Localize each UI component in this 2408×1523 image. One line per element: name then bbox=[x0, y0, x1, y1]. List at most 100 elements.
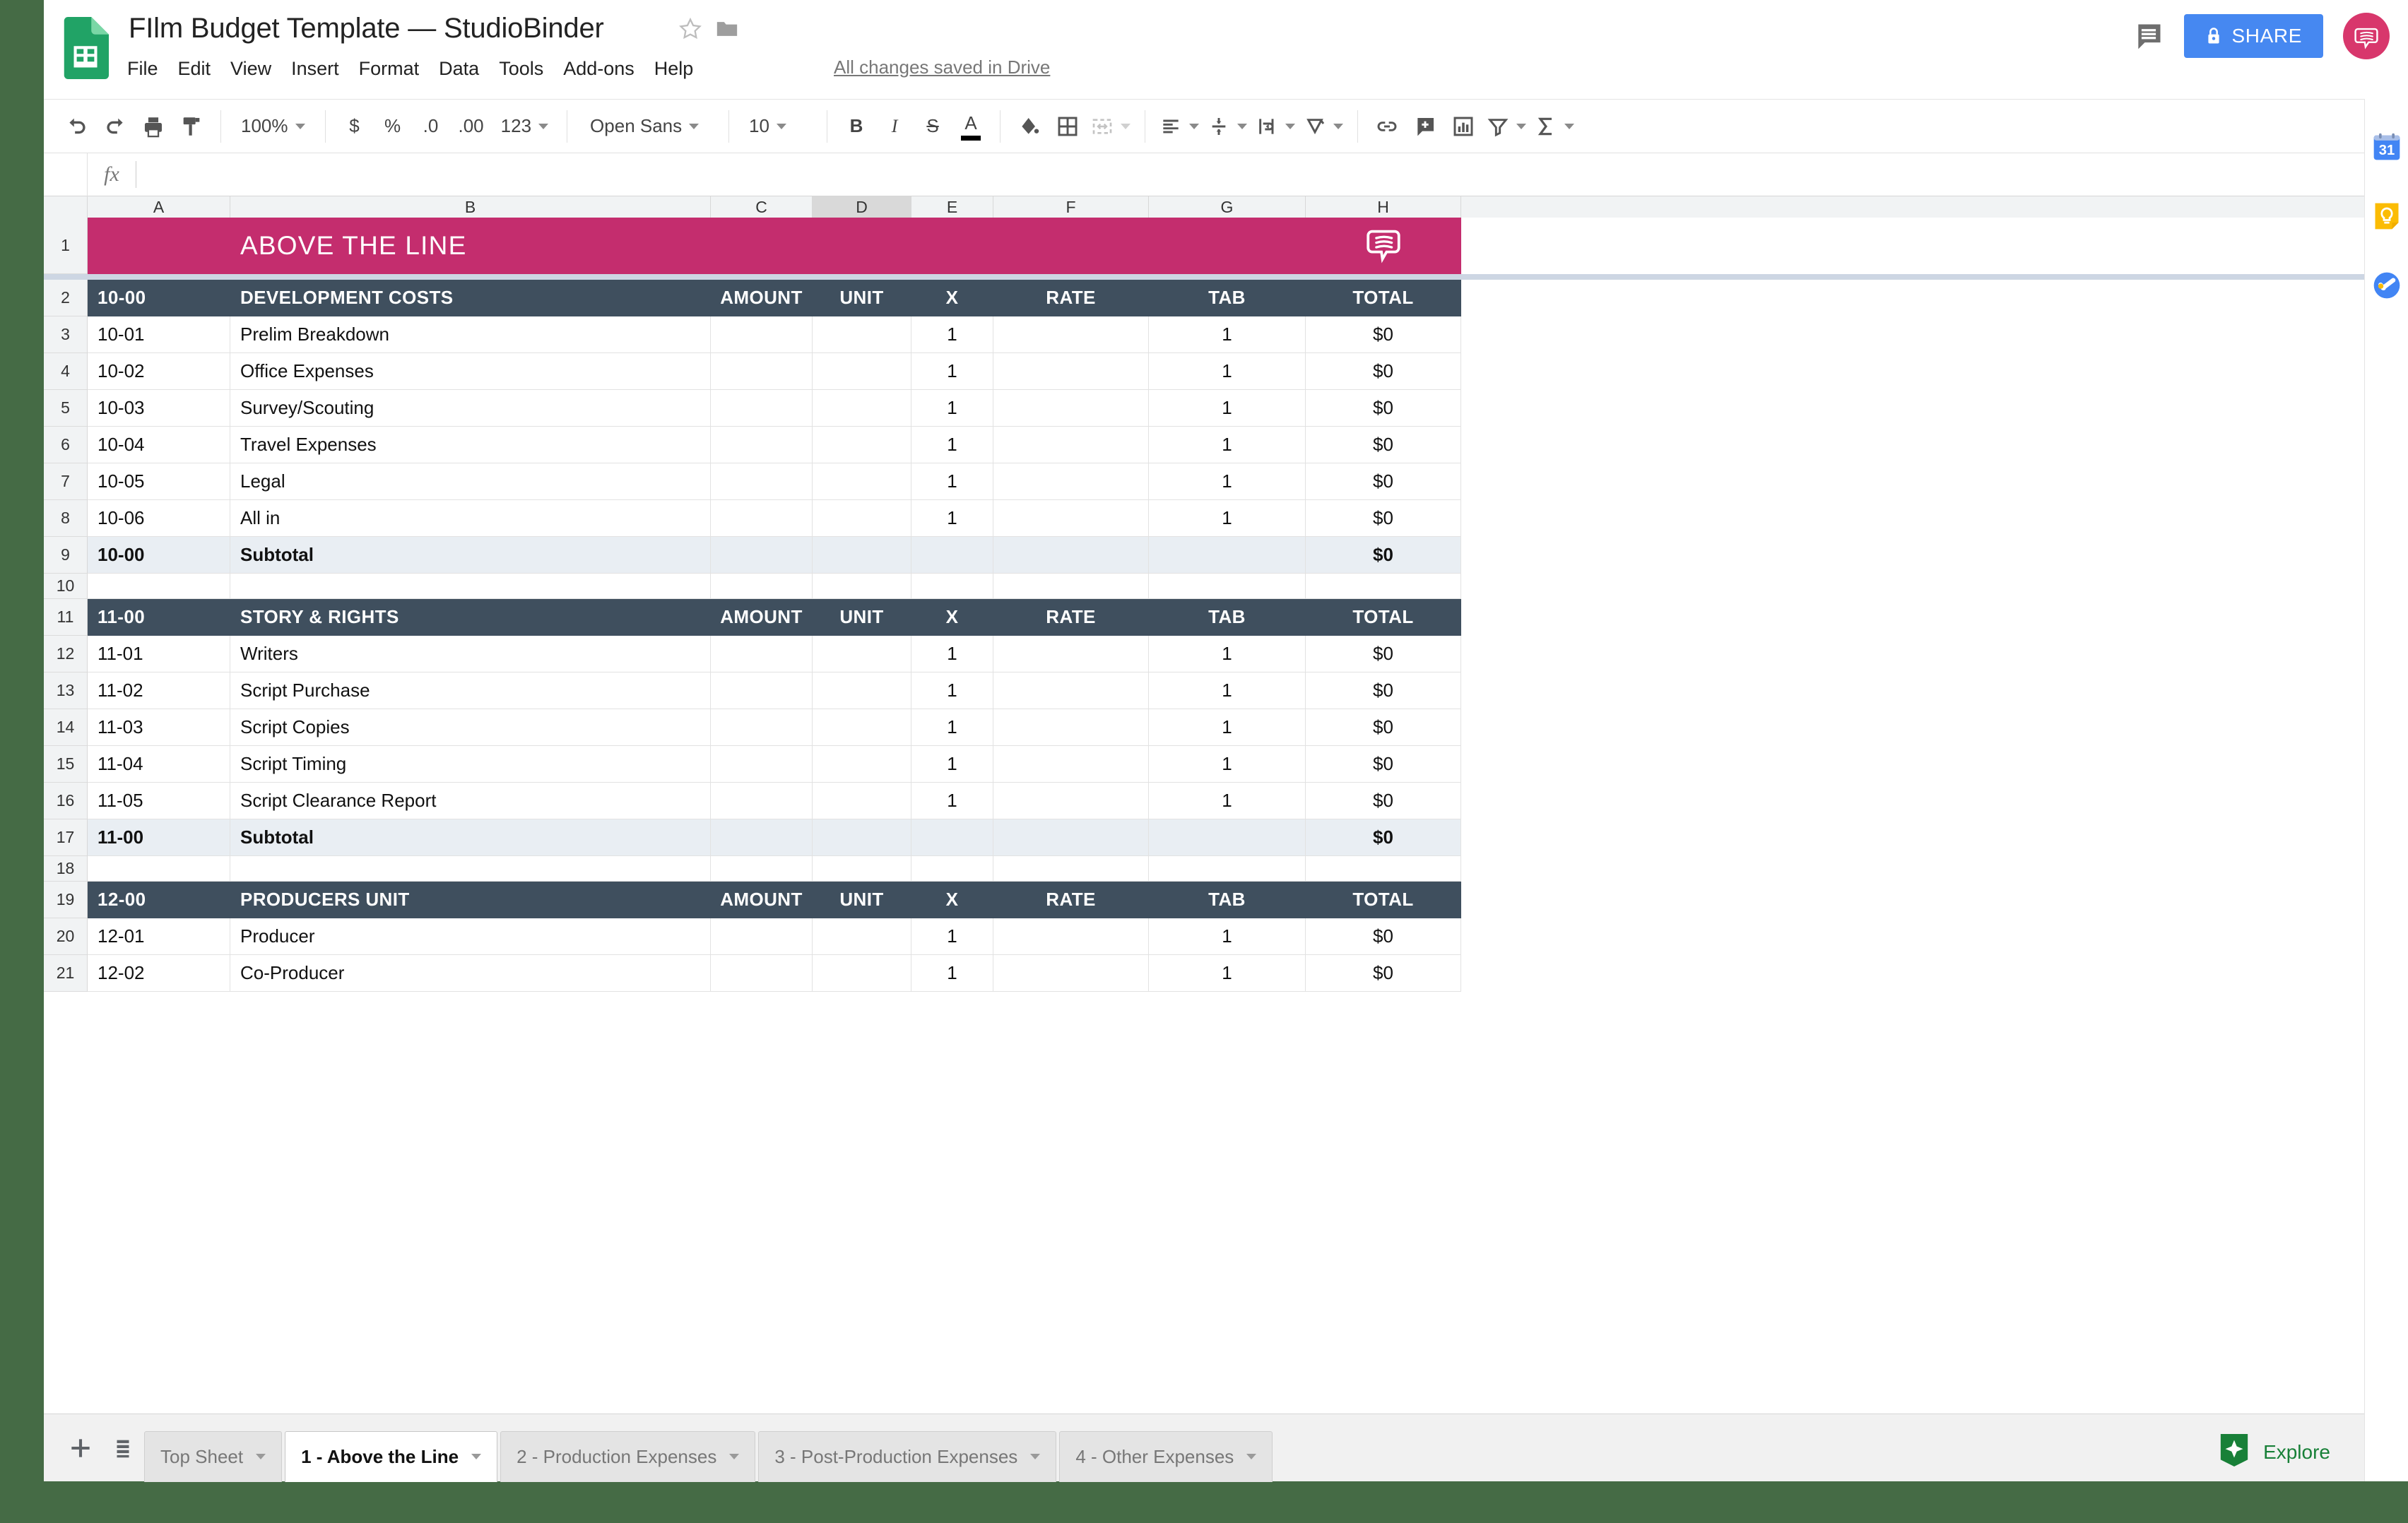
column-header-b[interactable]: B bbox=[230, 196, 711, 218]
banner-logo-cell[interactable] bbox=[1306, 218, 1461, 274]
cell-A2[interactable]: 10-00 bbox=[88, 280, 230, 316]
menu-view[interactable]: View bbox=[220, 55, 281, 83]
cell-G17[interactable] bbox=[1149, 819, 1306, 856]
sheet-tab-post-production-expenses[interactable]: 3 - Post-Production Expenses bbox=[758, 1430, 1057, 1482]
row-header-6[interactable]: 6 bbox=[44, 427, 88, 463]
cell-G18[interactable] bbox=[1149, 856, 1306, 882]
decrease-decimal-button[interactable]: .0 bbox=[412, 107, 450, 146]
cell-C20[interactable] bbox=[711, 918, 813, 955]
cell-E21[interactable]: 1 bbox=[911, 955, 993, 992]
row-header-19[interactable]: 19 bbox=[44, 882, 88, 918]
cell-G2[interactable]: TAB bbox=[1149, 280, 1306, 316]
cell-C8[interactable] bbox=[711, 500, 813, 537]
cell-A12[interactable]: 11-01 bbox=[88, 636, 230, 672]
cell-C5[interactable] bbox=[711, 390, 813, 427]
cell-A11[interactable]: 11-00 bbox=[88, 599, 230, 636]
cell-A6[interactable]: 10-04 bbox=[88, 427, 230, 463]
cell-D5[interactable] bbox=[813, 390, 911, 427]
cell-A16[interactable]: 11-05 bbox=[88, 783, 230, 819]
cell-D2[interactable]: UNIT bbox=[813, 280, 911, 316]
cell-D20[interactable] bbox=[813, 918, 911, 955]
cell-G7[interactable]: 1 bbox=[1149, 463, 1306, 500]
cell-F2[interactable]: RATE bbox=[993, 280, 1149, 316]
cell-E18[interactable] bbox=[911, 856, 993, 882]
cell-F3[interactable] bbox=[993, 316, 1149, 353]
cell-H10[interactable] bbox=[1306, 574, 1461, 599]
cell-D18[interactable] bbox=[813, 856, 911, 882]
cell-H14[interactable]: $0 bbox=[1306, 709, 1461, 746]
cell-H9[interactable]: $0 bbox=[1306, 537, 1461, 574]
cell-H19[interactable]: TOTAL bbox=[1306, 882, 1461, 918]
cell-E3[interactable]: 1 bbox=[911, 316, 993, 353]
row-header-21[interactable]: 21 bbox=[44, 955, 88, 992]
cell-G19[interactable]: TAB bbox=[1149, 882, 1306, 918]
row-header-9[interactable]: 9 bbox=[44, 537, 88, 574]
cell-C4[interactable] bbox=[711, 353, 813, 390]
banner-cell-f[interactable] bbox=[993, 218, 1149, 274]
row-header-14[interactable]: 14 bbox=[44, 709, 88, 746]
cell-B18[interactable] bbox=[230, 856, 711, 882]
cell-G14[interactable]: 1 bbox=[1149, 709, 1306, 746]
row-header-11[interactable]: 11 bbox=[44, 599, 88, 636]
cell-H6[interactable]: $0 bbox=[1306, 427, 1461, 463]
cell-H17[interactable]: $0 bbox=[1306, 819, 1461, 856]
cell-H12[interactable]: $0 bbox=[1306, 636, 1461, 672]
google-keep-icon[interactable] bbox=[2371, 201, 2402, 232]
filter-icon[interactable] bbox=[1482, 107, 1530, 146]
cell-A9[interactable]: 10-00 bbox=[88, 537, 230, 574]
cell-H15[interactable]: $0 bbox=[1306, 746, 1461, 783]
cell-B6[interactable]: Travel Expenses bbox=[230, 427, 711, 463]
cell-F14[interactable] bbox=[993, 709, 1149, 746]
column-header-g[interactable]: G bbox=[1149, 196, 1306, 218]
banner-cell-e[interactable] bbox=[911, 218, 993, 274]
cell-D8[interactable] bbox=[813, 500, 911, 537]
row-header-15[interactable]: 15 bbox=[44, 746, 88, 783]
cell-B13[interactable]: Script Purchase bbox=[230, 672, 711, 709]
cell-F4[interactable] bbox=[993, 353, 1149, 390]
cell-E20[interactable]: 1 bbox=[911, 918, 993, 955]
cell-B10[interactable] bbox=[230, 574, 711, 599]
font-size-control[interactable]: 10 bbox=[739, 115, 817, 137]
cell-C21[interactable] bbox=[711, 955, 813, 992]
cell-C14[interactable] bbox=[711, 709, 813, 746]
cell-C15[interactable] bbox=[711, 746, 813, 783]
fill-color-icon[interactable] bbox=[1010, 107, 1049, 146]
cell-B14[interactable]: Script Copies bbox=[230, 709, 711, 746]
column-header-d[interactable]: D bbox=[813, 196, 911, 218]
cell-A17[interactable]: 11-00 bbox=[88, 819, 230, 856]
row-header-1[interactable]: 1 bbox=[44, 218, 88, 274]
borders-icon[interactable] bbox=[1049, 107, 1087, 146]
cell-G16[interactable]: 1 bbox=[1149, 783, 1306, 819]
cell-C6[interactable] bbox=[711, 427, 813, 463]
move-to-folder-icon[interactable] bbox=[715, 18, 739, 40]
row-header-8[interactable]: 8 bbox=[44, 500, 88, 537]
cell-A10[interactable] bbox=[88, 574, 230, 599]
frozen-row-divider[interactable] bbox=[44, 274, 2408, 280]
cell-D12[interactable] bbox=[813, 636, 911, 672]
cell-B12[interactable]: Writers bbox=[230, 636, 711, 672]
cell-C13[interactable] bbox=[711, 672, 813, 709]
cell-A13[interactable]: 11-02 bbox=[88, 672, 230, 709]
cell-H11[interactable]: TOTAL bbox=[1306, 599, 1461, 636]
cell-C11[interactable]: AMOUNT bbox=[711, 599, 813, 636]
cell-A5[interactable]: 10-03 bbox=[88, 390, 230, 427]
menu-insert[interactable]: Insert bbox=[281, 55, 349, 83]
cell-G4[interactable]: 1 bbox=[1149, 353, 1306, 390]
row-header-13[interactable]: 13 bbox=[44, 672, 88, 709]
cell-F17[interactable] bbox=[993, 819, 1149, 856]
google-tasks-icon[interactable] bbox=[2371, 270, 2402, 301]
banner-cell-g[interactable] bbox=[1149, 218, 1306, 274]
cell-D10[interactable] bbox=[813, 574, 911, 599]
text-wrap-icon[interactable] bbox=[1251, 107, 1299, 146]
cell-G6[interactable]: 1 bbox=[1149, 427, 1306, 463]
share-button[interactable]: SHARE bbox=[2183, 14, 2323, 58]
cell-D15[interactable] bbox=[813, 746, 911, 783]
cell-G13[interactable]: 1 bbox=[1149, 672, 1306, 709]
cell-B20[interactable]: Producer bbox=[230, 918, 711, 955]
row-header-5[interactable]: 5 bbox=[44, 390, 88, 427]
cell-B3[interactable]: Prelim Breakdown bbox=[230, 316, 711, 353]
cell-C2[interactable]: AMOUNT bbox=[711, 280, 813, 316]
cell-A20[interactable]: 12-01 bbox=[88, 918, 230, 955]
cell-C19[interactable]: AMOUNT bbox=[711, 882, 813, 918]
text-rotation-icon[interactable] bbox=[1299, 107, 1347, 146]
